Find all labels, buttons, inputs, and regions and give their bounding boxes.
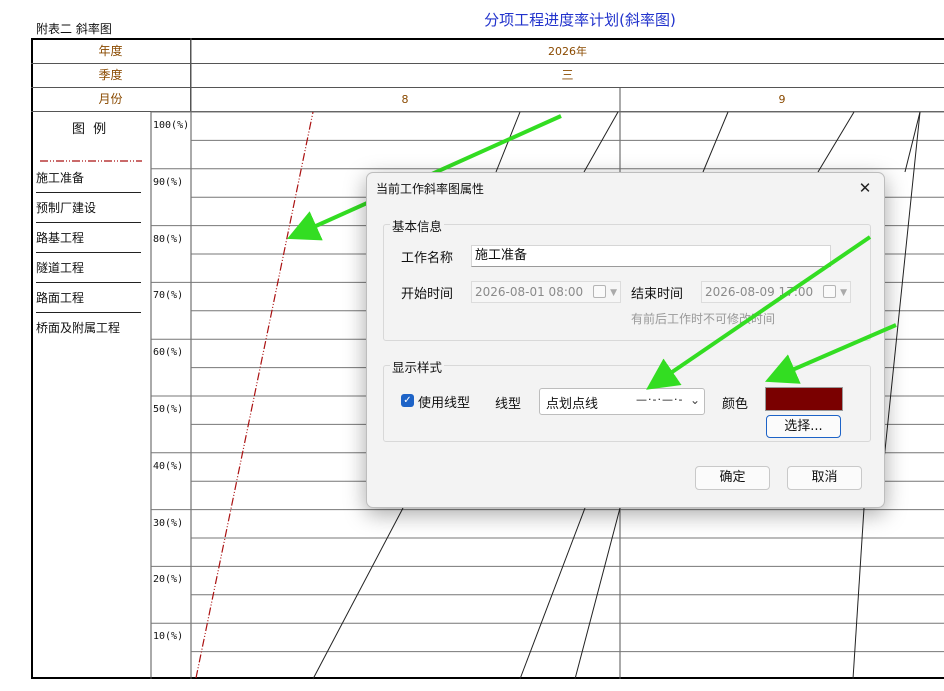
ok-button[interactable]: 确定 bbox=[695, 466, 770, 490]
basic-info-group: 基本信息 工作名称 施工准备 开始时间 2026-08-01 08:00 ▼ 结… bbox=[383, 216, 871, 341]
calendar-icon bbox=[593, 285, 606, 298]
display-style-title: 显示样式 bbox=[390, 357, 445, 376]
progress-line bbox=[519, 507, 586, 680]
y-tick-label: 70(%) bbox=[153, 290, 184, 302]
legend-item: 路面工程 bbox=[36, 284, 141, 313]
chevron-down-icon: ⌄ bbox=[689, 393, 700, 407]
dialog-title: 当前工作斜率图属性 bbox=[376, 182, 485, 196]
linetype-select[interactable]: 点划点线 —·-·—·- ⌄ bbox=[539, 388, 705, 415]
time-edit-hint: 有前后工作时不可修改时间 bbox=[631, 312, 776, 326]
y-tick-label: 10(%) bbox=[153, 631, 184, 643]
properties-dialog: 当前工作斜率图属性 ✕ 基本信息 工作名称 施工准备 开始时间 2026-08-… bbox=[366, 172, 885, 508]
cancel-button[interactable]: 取消 bbox=[787, 466, 862, 490]
legend-title: 图 例 bbox=[72, 122, 109, 137]
close-icon[interactable]: ✕ bbox=[854, 177, 876, 199]
linetype-preview: —·-·—·- bbox=[636, 393, 684, 406]
chevron-down-icon: ▼ bbox=[840, 288, 847, 298]
name-label: 工作名称 bbox=[401, 251, 454, 266]
progress-line bbox=[817, 111, 855, 173]
chevron-down-icon: ▼ bbox=[610, 288, 617, 298]
y-tick-label: 40(%) bbox=[153, 460, 184, 472]
y-tick-label: 100(%) bbox=[153, 120, 190, 131]
display-style-group: 显示样式 ✓ 使用线型 线型 点划点线 —·-·—·- ⌄ 颜色 选择... bbox=[383, 357, 871, 442]
y-tick-label: 90(%) bbox=[153, 176, 184, 188]
end-label: 结束时间 bbox=[631, 287, 684, 302]
progress-line bbox=[852, 507, 865, 680]
linetype-label: 线型 bbox=[495, 397, 522, 412]
y-tick-label: 80(%) bbox=[153, 233, 184, 245]
work-name-input[interactable]: 施工准备 bbox=[471, 245, 831, 267]
legend-item: 隧道工程 bbox=[36, 254, 141, 283]
start-label: 开始时间 bbox=[401, 287, 454, 302]
legend-item: 预制厂建设 bbox=[36, 194, 141, 223]
progress-line bbox=[702, 111, 729, 173]
legend-item: 路基工程 bbox=[36, 224, 141, 253]
progress-line bbox=[312, 507, 404, 680]
linetype-value: 点划点线 bbox=[546, 397, 599, 412]
end-time-field[interactable]: 2026-08-09 17:00 ▼ bbox=[701, 281, 851, 303]
color-label: 颜色 bbox=[722, 397, 749, 412]
progress-line bbox=[883, 111, 921, 461]
use-linetype-checkbox[interactable]: ✓ bbox=[401, 394, 414, 407]
y-tick-label: 20(%) bbox=[153, 574, 184, 586]
y-tick-label: 60(%) bbox=[153, 347, 184, 359]
use-linetype-label[interactable]: 使用线型 bbox=[418, 392, 470, 411]
start-time-value: 2026-08-01 08:00 bbox=[475, 285, 584, 299]
end-time-value: 2026-08-09 17:00 bbox=[705, 285, 814, 299]
color-swatch[interactable] bbox=[765, 387, 843, 411]
start-time-field[interactable]: 2026-08-01 08:00 ▼ bbox=[471, 281, 621, 303]
progress-line bbox=[583, 111, 619, 173]
y-tick-label: 30(%) bbox=[153, 517, 184, 529]
basic-info-title: 基本信息 bbox=[390, 216, 445, 235]
progress-line bbox=[574, 507, 621, 680]
y-tick-label: 50(%) bbox=[153, 404, 184, 415]
calendar-icon bbox=[823, 285, 836, 298]
progress-line bbox=[904, 111, 921, 173]
legend-item: 施工准备 bbox=[36, 164, 141, 193]
choose-color-button[interactable]: 选择... bbox=[766, 415, 841, 438]
legend-item: 桥面及附属工程 bbox=[36, 321, 121, 335]
